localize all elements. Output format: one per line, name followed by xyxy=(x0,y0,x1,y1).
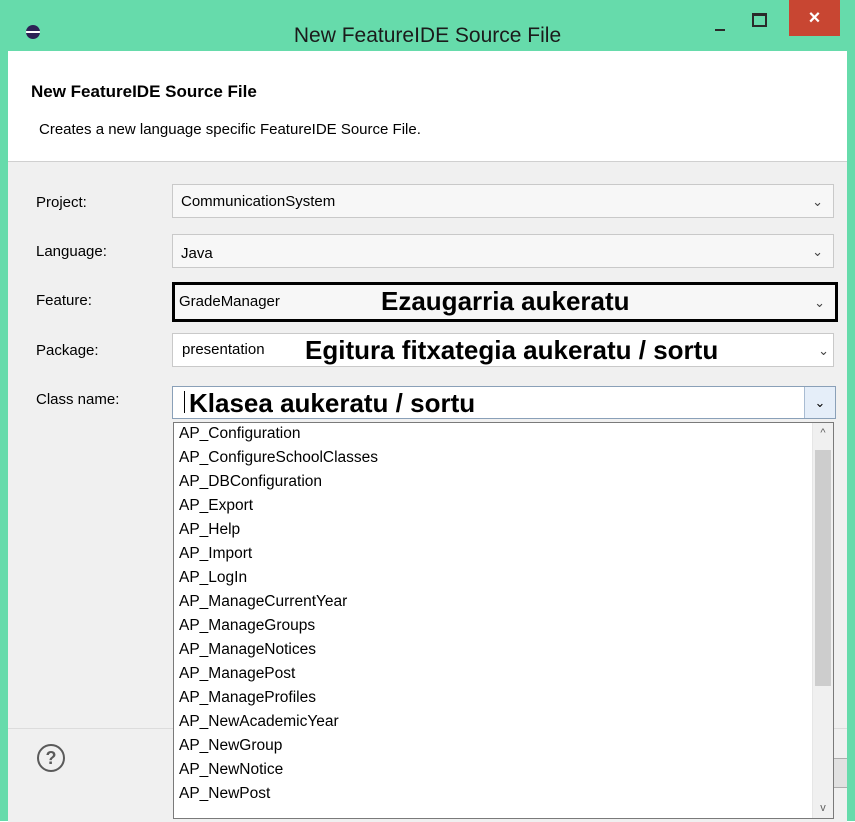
list-item[interactable]: AP_ManageCurrentYear xyxy=(179,593,347,611)
wizard-description: Creates a new language specific FeatureI… xyxy=(39,121,421,138)
title-bar[interactable]: New FeatureIDE Source File × xyxy=(0,0,855,51)
package-label: Package: xyxy=(36,342,99,359)
chevron-down-icon: ⌄ xyxy=(812,194,823,209)
list-item[interactable]: AP_NewPost xyxy=(179,785,270,803)
list-item[interactable]: AP_ManageNotices xyxy=(179,641,316,659)
list-item[interactable]: AP_NewAcademicYear xyxy=(179,713,339,731)
class-name-label: Class name: xyxy=(36,391,120,408)
list-item[interactable]: AP_Help xyxy=(179,521,240,539)
project-value: CommunicationSystem xyxy=(181,193,336,210)
list-item[interactable]: AP_ManageProfiles xyxy=(179,689,316,707)
chevron-down-icon: ⌄ xyxy=(812,244,823,259)
project-combo[interactable]: CommunicationSystem ⌄ xyxy=(172,184,834,218)
scroll-down-icon[interactable]: v xyxy=(813,798,833,818)
package-annotation: Egitura fitxategia aukeratu / sortu xyxy=(305,335,719,365)
package-combo[interactable]: presentation Egitura fitxategia aukeratu… xyxy=(172,333,834,367)
package-value: presentation xyxy=(182,341,265,358)
scroll-thumb[interactable] xyxy=(815,450,831,686)
feature-combo[interactable]: GradeManager Ezaugarria aukeratu ⌄ xyxy=(172,282,838,322)
class-name-annotation: Klasea aukeratu / sortu xyxy=(189,388,476,418)
class-name-combo[interactable]: Klasea aukeratu / sortu ⌄ xyxy=(172,386,836,419)
list-item[interactable]: AP_Import xyxy=(179,545,252,563)
chevron-down-icon: ⌄ xyxy=(814,295,825,310)
chevron-down-icon: ⌄ xyxy=(818,343,829,358)
hidden-button[interactable] xyxy=(833,758,847,788)
feature-label: Feature: xyxy=(36,292,92,309)
dialog-content: New FeatureIDE Source File Creates a new… xyxy=(8,51,847,822)
language-label: Language: xyxy=(36,243,107,260)
language-value: Java xyxy=(181,245,213,262)
list-item[interactable]: AP_ManageGroups xyxy=(179,617,315,635)
wizard-title: New FeatureIDE Source File xyxy=(31,82,257,101)
list-item[interactable]: AP_NewNotice xyxy=(179,761,283,779)
dropdown-scrollbar[interactable]: ^ v xyxy=(812,423,833,818)
list-item[interactable]: AP_NewGroup xyxy=(179,737,282,755)
feature-annotation: Ezaugarria aukeratu xyxy=(381,286,630,316)
chevron-down-icon[interactable]: ⌄ xyxy=(804,387,835,418)
language-combo[interactable]: Java ⌄ xyxy=(172,234,834,268)
list-item[interactable]: AP_ConfigureSchoolClasses xyxy=(179,449,378,467)
close-button[interactable]: × xyxy=(789,0,840,36)
feature-value: GradeManager xyxy=(179,293,280,310)
list-item[interactable]: AP_Configuration xyxy=(179,425,301,443)
help-icon[interactable]: ? xyxy=(37,744,65,772)
list-item[interactable]: AP_Export xyxy=(179,497,253,515)
project-label: Project: xyxy=(36,194,87,211)
wizard-header: New FeatureIDE Source File Creates a new… xyxy=(8,51,847,162)
dialog-window: New FeatureIDE Source File × New Feature… xyxy=(0,0,855,822)
maximize-button[interactable] xyxy=(749,10,771,30)
list-item[interactable]: AP_DBConfiguration xyxy=(179,473,322,491)
scroll-up-icon[interactable]: ^ xyxy=(813,423,833,443)
class-dropdown-list[interactable]: AP_Configuration AP_ConfigureSchoolClass… xyxy=(173,422,834,819)
minimize-button[interactable] xyxy=(712,20,728,32)
text-cursor xyxy=(184,391,185,413)
list-item[interactable]: AP_ManagePost xyxy=(179,665,295,683)
list-item[interactable]: AP_LogIn xyxy=(179,569,247,587)
